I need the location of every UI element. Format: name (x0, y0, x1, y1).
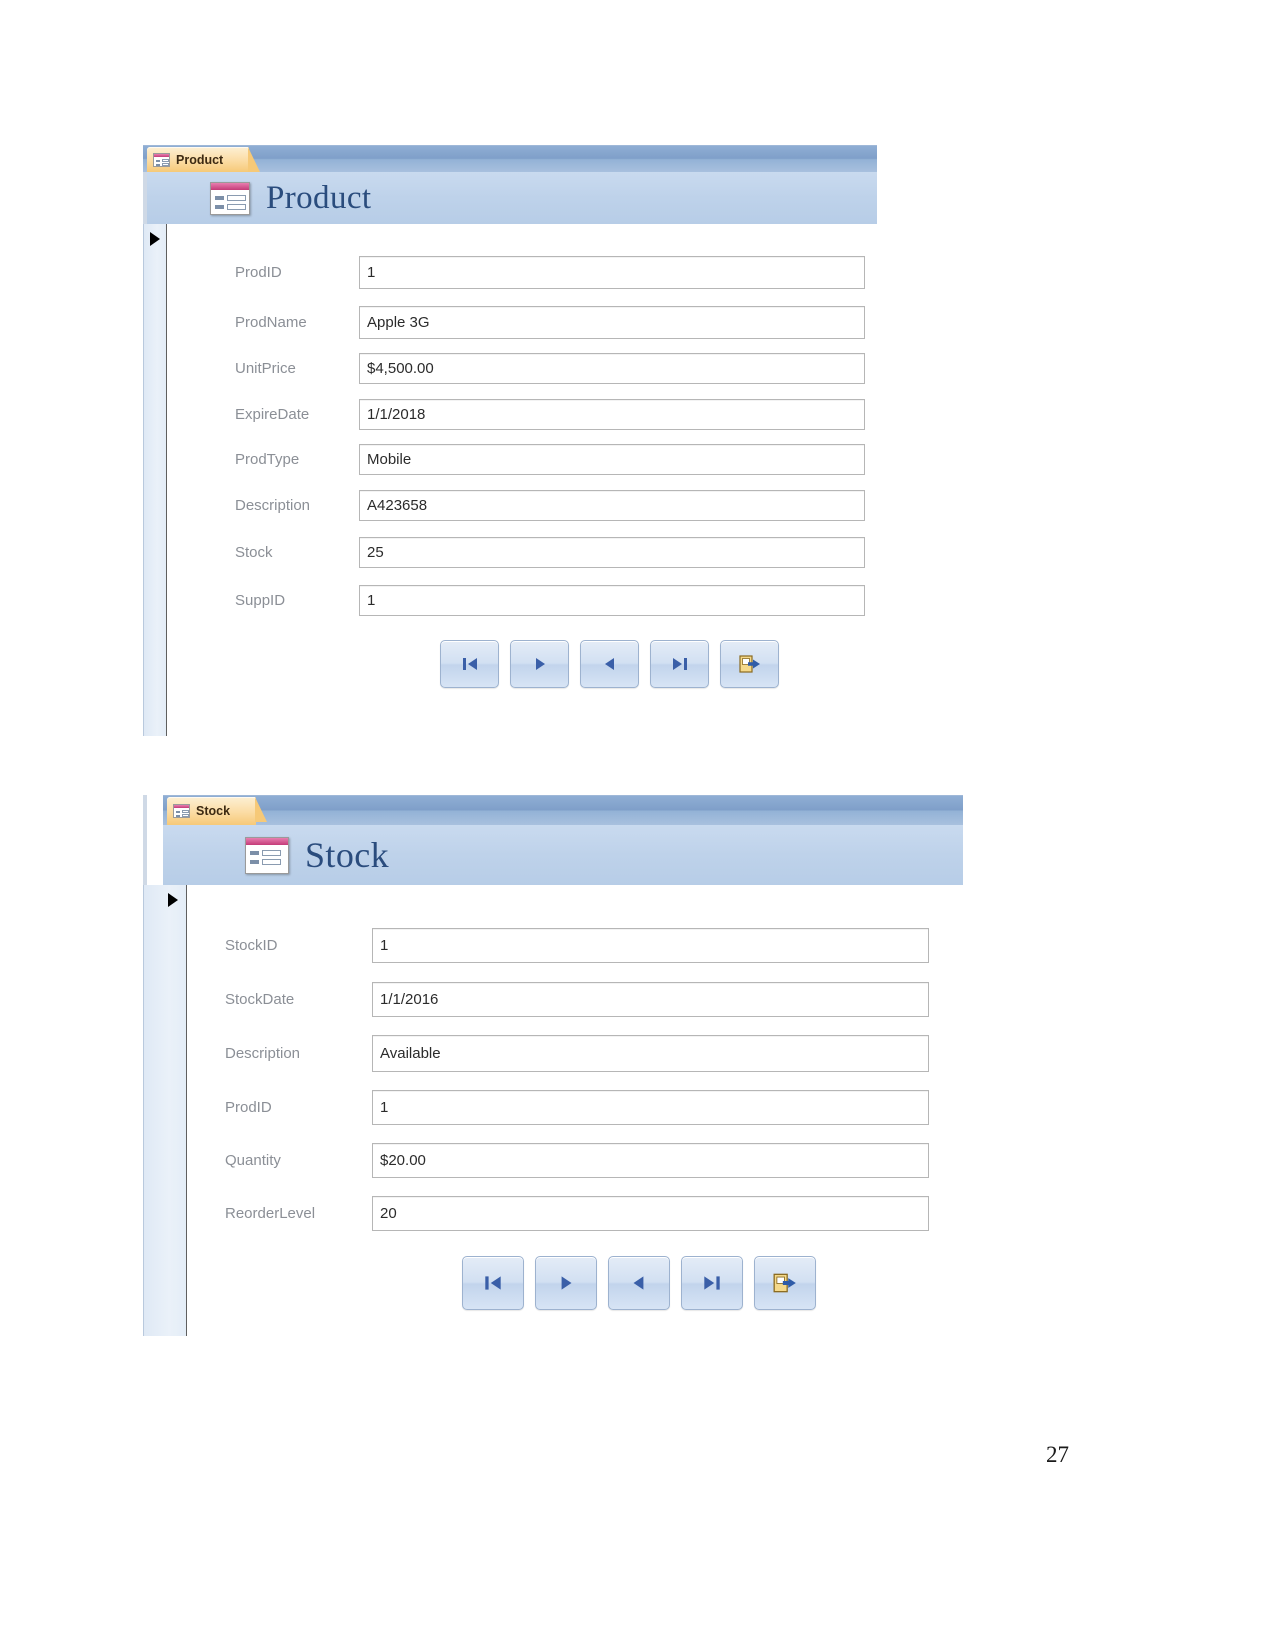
tab-product-label: Product (176, 152, 224, 167)
stock-form-header: Stock (163, 825, 963, 885)
product-tab-strip: Product (143, 145, 877, 172)
field-row: ProdName Apple 3G (235, 306, 877, 339)
field-input-prodname[interactable]: Apple 3G (359, 306, 865, 339)
field-input-reorderlevel[interactable]: 20 (372, 1196, 929, 1231)
next-record-button[interactable] (535, 1256, 597, 1310)
product-nav-bar (440, 640, 877, 688)
stock-fields-area: StockID 1 StockDate 1/1/2016 Description… (187, 885, 963, 1336)
field-label-stockid: StockID (225, 937, 278, 954)
field-input-prodid[interactable]: 1 (359, 256, 865, 289)
field-row: ProdID 1 (225, 1090, 963, 1125)
field-label-prodid: ProdID (235, 264, 282, 281)
product-record-selector[interactable] (143, 224, 167, 736)
exit-form-button[interactable] (720, 640, 779, 688)
field-input-stockdate[interactable]: 1/1/2016 (372, 982, 929, 1017)
form-icon (210, 181, 250, 215)
play-right-icon (535, 658, 545, 670)
field-row: Stock 25 (235, 537, 877, 568)
product-fields-area: ProdID 1 ProdName Apple 3G UnitPrice $4,… (167, 224, 877, 736)
field-input-expiredate[interactable]: 1/1/2018 (359, 399, 865, 430)
field-row: ProdID 1 (235, 256, 877, 289)
stock-form-body: StockID 1 StockDate 1/1/2016 Description… (143, 885, 963, 1336)
form-icon (153, 152, 170, 167)
field-input-prodid[interactable]: 1 (372, 1090, 929, 1125)
field-label-unitprice: UnitPrice (235, 360, 296, 377)
field-row: SuppID 1 (235, 585, 877, 616)
field-row: Description Available (225, 1035, 963, 1072)
record-selector-arrow-icon (168, 893, 178, 907)
field-input-description[interactable]: Available (372, 1035, 929, 1072)
tab-stock[interactable]: Stock (167, 797, 268, 825)
field-label-prodname: ProdName (235, 314, 307, 331)
field-input-prodtype[interactable]: Mobile (359, 444, 865, 475)
last-record-icon (672, 658, 687, 670)
field-label-stockdate: StockDate (225, 991, 295, 1008)
stock-form-title: Stock (305, 835, 390, 875)
product-form-window: Product Product ProdID 1 ProdName Apple … (143, 145, 877, 736)
form-icon (173, 804, 190, 818)
stock-form-window: Stock Stock StockID 1 StockDate 1/1/2016… (143, 795, 963, 1336)
record-selector-arrow-icon (150, 232, 160, 246)
next-record-button[interactable] (510, 640, 569, 688)
play-left-icon (633, 1276, 644, 1290)
field-label-quantity: Quantity (225, 1152, 281, 1169)
field-label-stock: Stock (235, 544, 273, 561)
first-record-button[interactable] (440, 640, 499, 688)
exit-door-icon (773, 1273, 796, 1293)
field-label-description: Description (225, 1045, 301, 1062)
field-row: ExpireDate 1/1/2018 (235, 399, 877, 430)
stock-nav-bar (462, 1256, 963, 1310)
first-record-button[interactable] (462, 1256, 524, 1310)
last-record-button[interactable] (681, 1256, 743, 1310)
field-row: ProdType Mobile (235, 444, 877, 475)
first-record-icon (485, 1276, 501, 1290)
field-label-expiredate: ExpireDate (235, 406, 310, 423)
field-label-reorderlevel: ReorderLevel (225, 1205, 316, 1222)
previous-record-button[interactable] (580, 640, 639, 688)
field-label-prodid: ProdID (225, 1099, 272, 1116)
page-number: 27 (1046, 1442, 1069, 1467)
field-row: Quantity $20.00 (225, 1143, 963, 1178)
product-form-body: ProdID 1 ProdName Apple 3G UnitPrice $4,… (143, 224, 877, 736)
play-left-icon (604, 658, 614, 670)
last-record-icon (704, 1276, 720, 1290)
field-label-prodtype: ProdType (235, 451, 300, 468)
stock-record-selector[interactable] (143, 885, 187, 1336)
field-row: Description A423658 (235, 490, 877, 521)
field-input-description[interactable]: A423658 (359, 490, 865, 521)
field-input-stock[interactable]: 25 (359, 537, 865, 568)
field-input-unitprice[interactable]: $4,500.00 (359, 353, 865, 384)
last-record-button[interactable] (650, 640, 709, 688)
exit-door-icon (738, 655, 760, 673)
form-icon (245, 836, 289, 874)
field-row: StockID 1 (225, 928, 963, 963)
previous-record-button[interactable] (608, 1256, 670, 1310)
field-label-description: Description (235, 497, 311, 514)
field-row: StockDate 1/1/2016 (225, 982, 963, 1017)
field-input-quantity[interactable]: $20.00 (372, 1143, 929, 1178)
field-row: UnitPrice $4,500.00 (235, 353, 877, 384)
exit-form-button[interactable] (754, 1256, 816, 1310)
field-input-stockid[interactable]: 1 (372, 928, 929, 963)
field-row: ReorderLevel 20 (225, 1196, 963, 1231)
play-right-icon (561, 1276, 572, 1290)
tab-stock-label: Stock (196, 804, 231, 818)
field-label-suppid: SuppID (235, 592, 286, 609)
field-input-suppid[interactable]: 1 (359, 585, 865, 616)
first-record-icon (462, 658, 477, 670)
product-form-title: Product (266, 179, 372, 216)
product-form-header: Product (143, 172, 877, 224)
stock-tab-strip: Stock (163, 795, 963, 825)
tab-product[interactable]: Product (147, 147, 261, 172)
